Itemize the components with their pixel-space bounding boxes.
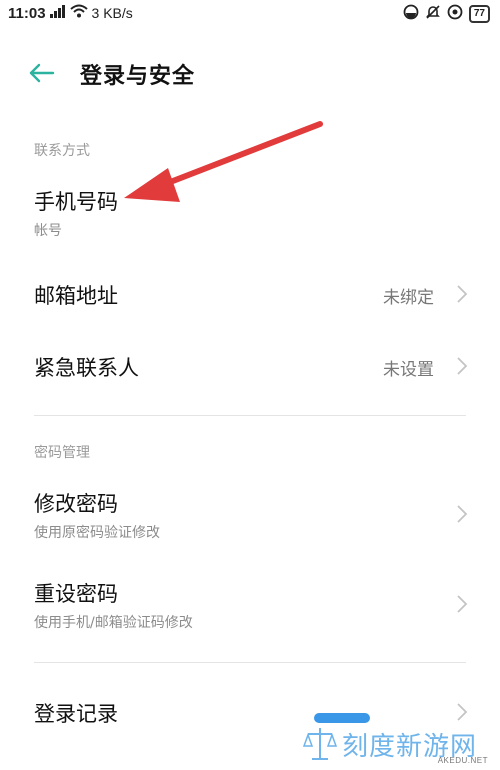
row-login-records[interactable]: 登录记录 [0, 680, 500, 744]
change-password-subtitle: 使用原密码验证修改 [34, 525, 160, 541]
chevron-right-icon [457, 703, 468, 721]
email-status-value: 未绑定 [383, 288, 434, 308]
email-address-title: 邮箱地址 [34, 284, 118, 308]
header: 登录与安全 [0, 52, 500, 98]
net-speed: 3 KB/s [91, 5, 133, 21]
divider [34, 415, 466, 416]
signal-icon [49, 4, 66, 22]
reset-password-subtitle: 使用手机/邮箱验证码修改 [34, 615, 193, 631]
emergency-contact-title: 紧急联系人 [34, 356, 139, 380]
chevron-right-icon [457, 285, 468, 303]
page-title: 登录与安全 [80, 64, 196, 89]
divider [34, 662, 466, 663]
row-reset-password[interactable]: 重设密码 使用手机/邮箱验证码修改 [0, 566, 500, 646]
back-button[interactable] [28, 60, 62, 90]
login-records-title: 登录记录 [34, 702, 118, 726]
reset-password-title: 重设密码 [34, 582, 118, 606]
theme-icon [403, 4, 419, 24]
phone-number-subtitle: 帐号 [34, 223, 62, 239]
status-time: 11:03 [8, 4, 46, 22]
chevron-right-icon [457, 357, 468, 375]
mute-icon [425, 4, 441, 24]
status-bar: 11:03 3 KB/s 77 [0, 0, 500, 28]
watermark-url: AKEDU.NET [437, 756, 488, 765]
back-arrow-icon [29, 63, 55, 83]
row-change-password[interactable]: 修改密码 使用原密码验证修改 [0, 476, 500, 556]
wifi-icon [69, 4, 88, 22]
row-phone-number[interactable]: 手机号码 帐号 [0, 172, 500, 252]
battery-icon: 77 [468, 5, 490, 23]
emergency-contact-value: 未设置 [383, 360, 434, 380]
status-left: 11:03 3 KB/s [8, 4, 133, 22]
row-email-address[interactable]: 邮箱地址 未绑定 [0, 262, 500, 326]
at-icon [447, 4, 463, 24]
watermark-bar [314, 713, 370, 723]
chevron-right-icon [457, 505, 468, 523]
chevron-right-icon [457, 595, 468, 613]
status-right: 77 [403, 4, 490, 24]
row-emergency-contact[interactable]: 紧急联系人 未设置 [0, 334, 500, 398]
section-label-contact: 联系方式 [34, 143, 90, 159]
phone-number-title: 手机号码 [34, 190, 118, 214]
section-label-password: 密码管理 [34, 445, 90, 461]
change-password-title: 修改密码 [34, 492, 118, 516]
